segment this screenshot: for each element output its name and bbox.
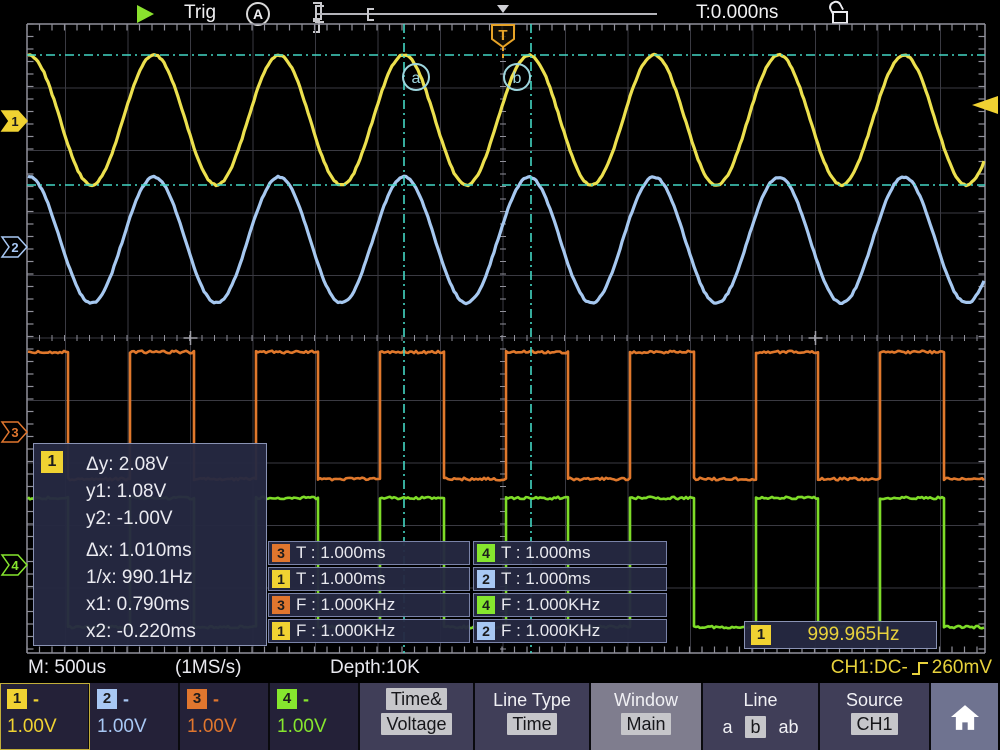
measurement-channel-badge: 3 [272, 596, 290, 614]
channel-coupling: - [33, 689, 39, 710]
measurement-value: T : 1.000ms [296, 543, 385, 563]
measurement-channel-badge: 1 [272, 570, 290, 588]
time-voltage-button[interactable]: Time& Voltage [360, 683, 475, 750]
time-voltage-line2[interactable]: Voltage [381, 713, 451, 735]
measurement-cell: 3 F : 1.000KHz [268, 593, 470, 617]
waveform-ch2 [28, 176, 984, 303]
cursor-a-label: a [412, 70, 421, 87]
measurement-channel-badge: 1 [272, 622, 290, 640]
frequency-counter-panel: 1 999.965Hz [744, 621, 937, 649]
measurement-cell: 1 F : 1.000KHz [268, 619, 470, 643]
trigger-settings-readout: CH1:DC- 260mV [780, 654, 992, 681]
measurement-cell: 2 T : 1.000ms [473, 567, 667, 591]
measurement-channel-badge: 4 [477, 596, 495, 614]
measurement-value: F : 1.000KHz [296, 621, 395, 641]
channel-menu-ch2[interactable]: 2- 1.00V [90, 683, 180, 750]
channel-marker-label-1: 1 [11, 114, 18, 129]
cursor-row: y1: 1.08V [86, 478, 196, 505]
channel-menu-ch3[interactable]: 3- 1.00V [180, 683, 270, 750]
line-menu[interactable]: Line a b ab [703, 683, 820, 750]
line-type-label: Line Type [475, 688, 589, 713]
channel-scale: 1.00V [7, 716, 88, 738]
measurement-channel-badge: 4 [477, 544, 495, 562]
measurement-table: 3 T : 1.000ms 4 T : 1.000ms 1 T : 1.000ms 2 T :… [268, 541, 667, 643]
channel-badge: 1 [7, 689, 27, 709]
channel-coupling: - [213, 689, 219, 710]
measurement-channel-badge: 2 [477, 622, 495, 640]
source-value[interactable]: CH1 [851, 713, 897, 735]
channel-marker-label-3: 3 [11, 425, 18, 440]
cursor-row: Δx: 1.010ms [86, 537, 196, 564]
timebase-readout: M: 500us [28, 654, 106, 681]
window-label: Window [591, 688, 701, 713]
channel-badge: 3 [187, 689, 207, 709]
trigger-source-coupling: CH1:DC- [831, 654, 908, 681]
channel-coupling: - [123, 689, 129, 710]
cursor-row: x2: -0.220ms [86, 618, 196, 645]
channel-badge: 4 [277, 689, 297, 709]
measurement-channel-badge: 3 [272, 544, 290, 562]
measurement-cell: 1 T : 1.000ms [268, 567, 470, 591]
channel-scale: 1.00V [277, 716, 358, 738]
cursor-channel-badge: 1 [41, 451, 63, 473]
measurement-cell: 4 T : 1.000ms [473, 541, 667, 565]
channel-coupling: - [303, 689, 309, 710]
channel-scale: 1.00V [97, 716, 178, 738]
cursor-row: x1: 0.790ms [86, 591, 196, 618]
measurement-cell: 4 F : 1.000KHz [473, 593, 667, 617]
sample-rate-readout: (1MS/s) [175, 654, 242, 681]
line-option-b[interactable]: b [745, 716, 765, 738]
frequency-value: 999.965Hz [771, 624, 936, 646]
channel-menu-ch1[interactable]: 1- 1.00V [0, 683, 90, 750]
cursor-row: Δy: 2.08V [86, 451, 196, 478]
measurement-value: T : 1.000ms [501, 543, 590, 563]
channel-menu-ch4[interactable]: 4- 1.00V [270, 683, 360, 750]
channel-scale: 1.00V [187, 716, 268, 738]
trigger-flag-label: T [498, 27, 507, 44]
cursor-measure-panel: 1 Δy: 2.08Vy1: 1.08Vy2: -1.00V Δx: 1.010m… [33, 443, 267, 646]
measurement-channel-badge: 2 [477, 570, 495, 588]
channel-marker-label-2: 2 [11, 240, 18, 255]
window-value[interactable]: Main [621, 713, 670, 735]
line-type-value[interactable]: Time [507, 713, 556, 735]
source-menu[interactable]: Source CH1 [820, 683, 931, 750]
freq-channel-badge: 1 [751, 625, 771, 645]
measurement-cell: 3 T : 1.000ms [268, 541, 470, 565]
measurement-value: F : 1.000KHz [501, 595, 600, 615]
oscilloscope-screen: Trig A T:0.000ns abT1234 1 Δy: 2.08Vy1: … [0, 0, 1000, 750]
line-type-menu[interactable]: Line Type Time [475, 683, 591, 750]
rising-edge-icon [911, 660, 929, 676]
cursor-b-label: b [513, 70, 522, 87]
trigger-level-value: 260mV [932, 654, 992, 681]
bottom-menu-bar: 1-1.00V2-1.00V3-1.00V4-1.00V Time& Volta… [0, 683, 1000, 750]
home-icon [949, 703, 981, 731]
line-option-a[interactable]: a [722, 717, 732, 738]
memory-depth-readout: Depth:10K [330, 654, 420, 681]
cursor-readouts: Δy: 2.08Vy1: 1.08Vy2: -1.00V Δx: 1.010ms1… [86, 451, 196, 645]
window-menu[interactable]: Window Main [591, 683, 703, 750]
channel-badge: 2 [97, 689, 117, 709]
measurement-value: F : 1.000KHz [296, 595, 395, 615]
time-voltage-line1[interactable]: Time& [386, 688, 447, 710]
line-option-ab[interactable]: ab [779, 717, 799, 738]
cursor-row: y2: -1.00V [86, 505, 196, 532]
measurement-value: T : 1.000ms [501, 569, 590, 589]
line-label: Line [703, 688, 818, 713]
home-button[interactable] [931, 683, 998, 750]
channel-marker-label-4: 4 [11, 558, 19, 573]
measurement-cell: 2 F : 1.000KHz [473, 619, 667, 643]
cursor-row: 1/x: 990.1Hz [86, 564, 196, 591]
source-label: Source [820, 688, 929, 713]
measurement-value: F : 1.000KHz [501, 621, 600, 641]
measurement-value: T : 1.000ms [296, 569, 385, 589]
